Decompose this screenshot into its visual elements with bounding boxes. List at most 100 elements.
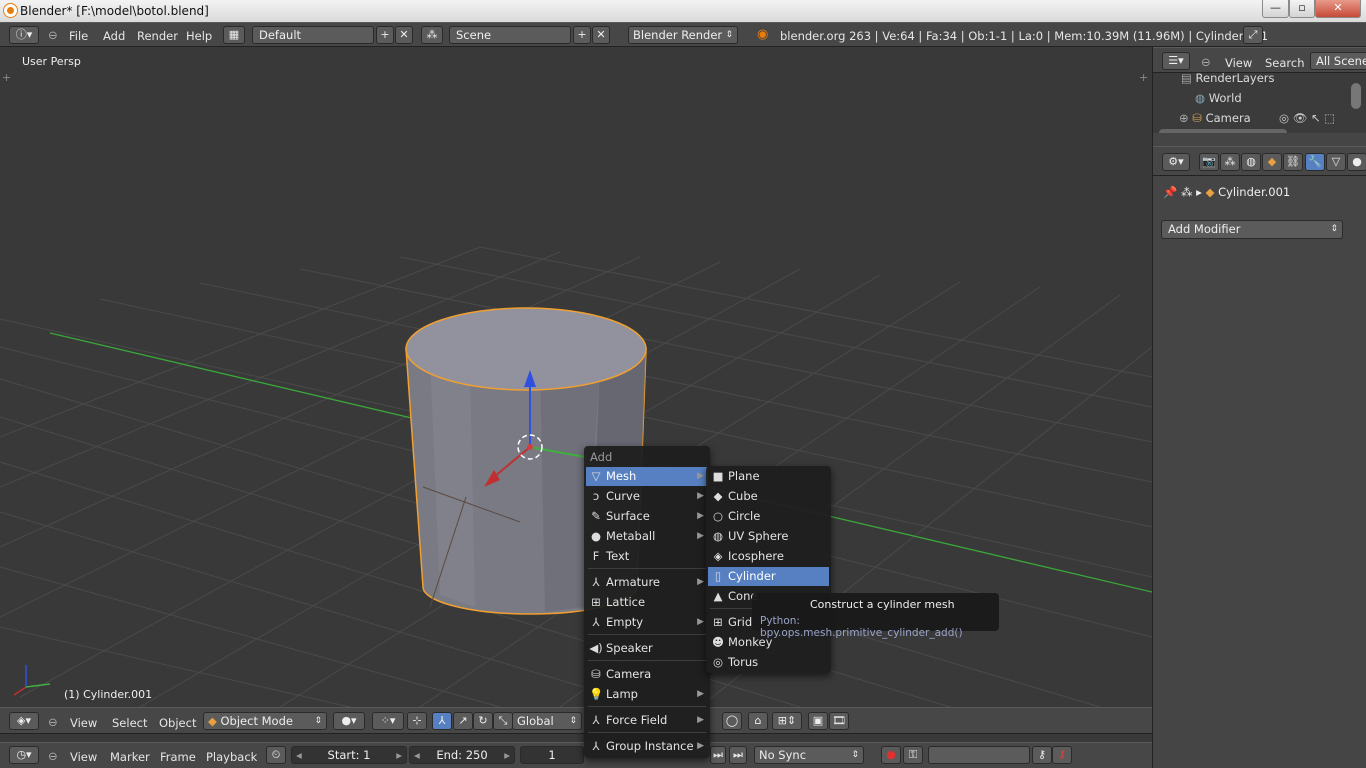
menu-marker[interactable]: Marker: [110, 750, 150, 764]
editor-type-timeline-button[interactable]: ◷▾: [9, 746, 39, 764]
snap-icon[interactable]: ⌂: [748, 712, 768, 730]
add-menu-item-lattice[interactable]: ⊞ Lattice: [586, 593, 708, 612]
modifiers-tab-icon[interactable]: 🔧: [1305, 153, 1325, 171]
menu-search[interactable]: Search: [1265, 56, 1305, 70]
toolshelf-toggle-icon[interactable]: +: [2, 71, 11, 84]
preview-range-icon[interactable]: ⏲: [266, 746, 286, 764]
translate-manipulator-icon[interactable]: ⅄: [432, 712, 452, 730]
editor-type-info-button[interactable]: ⓘ▾: [9, 26, 39, 44]
fullscreen-icon[interactable]: ⤢: [1243, 26, 1263, 44]
transform-orientation-select[interactable]: Global ⇕: [512, 712, 582, 730]
viewport-shading-button[interactable]: ●▾: [333, 712, 365, 730]
layer-icon[interactable]: ◯: [722, 712, 742, 730]
manipulator-toggle-icon[interactable]: ⊹: [407, 712, 427, 730]
rotate-icon[interactable]: ↻: [473, 712, 493, 730]
sync-mode-select[interactable]: No Sync ⇕: [754, 746, 864, 764]
editor-type-properties-button[interactable]: ⚙▾: [1162, 153, 1190, 171]
add-menu-item-empty[interactable]: ⅄ Empty ▶: [586, 613, 708, 632]
snap-target-button[interactable]: ⊞⇕: [772, 712, 802, 730]
menu-file[interactable]: File: [69, 29, 88, 43]
data-tab-icon[interactable]: ▽: [1326, 153, 1346, 171]
properties-toggle-icon[interactable]: +: [1139, 71, 1148, 84]
start-frame-field[interactable]: ◂ Start: 1 ▸: [291, 746, 407, 764]
add-menu-item-mesh[interactable]: ▽ Mesh ▶: [586, 467, 708, 486]
add-menu-item-surface[interactable]: ✎ Surface ▶: [586, 507, 708, 526]
render-preview-icon[interactable]: ▣: [808, 712, 828, 730]
restrict-icons[interactable]: ◎ 👁 ↖ ⬚: [1279, 111, 1335, 125]
screen-layout-icon[interactable]: ▦: [223, 26, 245, 44]
mesh-menu-item-icosphere[interactable]: ◈ Icosphere: [708, 547, 829, 566]
end-frame-field[interactable]: ◂ End: 250 ▸: [409, 746, 515, 764]
collapse-menu-icon[interactable]: ⊖: [48, 749, 58, 763]
add-menu-item-metaball[interactable]: ● Metaball ▶: [586, 527, 708, 546]
editor-type-outliner-button[interactable]: ☰▾: [1162, 52, 1190, 70]
jump-next-keyframe-icon[interactable]: ⏭: [710, 746, 726, 764]
scene-icon[interactable]: ⁂: [421, 26, 443, 44]
current-frame-field[interactable]: 1: [520, 746, 584, 764]
add-menu-item-lamp[interactable]: 💡 Lamp ▶: [586, 685, 708, 704]
insert-keyframe-icon[interactable]: ⚷: [1032, 746, 1052, 764]
scene-field[interactable]: Scene: [449, 26, 571, 44]
editor-type-3dview-button[interactable]: ◈▾: [9, 712, 39, 730]
delete-scene-icon[interactable]: ✕: [592, 26, 610, 44]
menu-add[interactable]: Add: [103, 29, 125, 43]
mesh-menu-item-cube[interactable]: ◆ Cube: [708, 487, 829, 506]
menu-help[interactable]: Help: [186, 29, 212, 43]
add-menu-item-force-field[interactable]: ⅄ Force Field ▶: [586, 711, 708, 730]
menu-view[interactable]: View: [70, 750, 97, 764]
menu-view[interactable]: View: [1225, 56, 1252, 70]
pivot-point-button[interactable]: ⁘▾: [372, 712, 404, 730]
mesh-menu-item-torus[interactable]: ◎ Torus: [708, 653, 829, 672]
scene-tab-icon[interactable]: ⁂: [1220, 153, 1240, 171]
material-tab-icon[interactable]: ●: [1347, 153, 1366, 171]
collapse-menu-icon[interactable]: ⊖: [48, 715, 58, 729]
world-tab-icon[interactable]: ◍: [1241, 153, 1261, 171]
render-animation-icon[interactable]: 🎞: [829, 712, 849, 730]
keying-icon[interactable]: ⚿: [903, 746, 923, 764]
add-menu-item-curve[interactable]: ↄ Curve ▶: [586, 487, 708, 506]
add-menu-item-camera[interactable]: ⛁ Camera: [586, 665, 708, 684]
jump-end-icon[interactable]: ⏭: [729, 746, 747, 764]
mesh-menu-item-cylinder[interactable]: ▯ Cylinder: [708, 567, 829, 586]
mesh-menu-item-plane[interactable]: ■ Plane: [708, 467, 829, 486]
add-scene-icon[interactable]: +: [573, 26, 591, 44]
outliner-hscrollbar[interactable]: [1159, 129, 1287, 133]
add-menu-item-speaker[interactable]: ◀) Speaker: [586, 639, 708, 658]
render-tab-icon[interactable]: 📷: [1199, 153, 1219, 171]
outliner-vscrollbar[interactable]: [1351, 83, 1361, 109]
outliner-item-world[interactable]: ◍ World: [1195, 91, 1242, 107]
maximize-button[interactable]: ▫: [1289, 0, 1315, 18]
object-tab-icon[interactable]: ◆: [1262, 153, 1282, 171]
mode-select[interactable]: ◆ Object Mode ⇕: [203, 712, 327, 730]
outliner-filter-select[interactable]: All Scenes: [1310, 52, 1366, 70]
pin-icon[interactable]: 📌: [1163, 185, 1181, 199]
keying-set-field[interactable]: [928, 746, 1030, 764]
mesh-menu-item-circle[interactable]: ○ Circle: [708, 507, 829, 526]
collapse-menu-icon[interactable]: ⊖: [1201, 55, 1211, 69]
outliner-item-camera[interactable]: ⊕ ⛁ Camera ◎ 👁 ↖ ⬚: [1179, 111, 1366, 127]
outliner-item-renderlayers[interactable]: ▤ RenderLayers: [1181, 73, 1275, 87]
add-screen-icon[interactable]: +: [376, 26, 394, 44]
minimize-button[interactable]: —: [1262, 0, 1289, 18]
menu-object[interactable]: Object: [159, 716, 196, 730]
add-modifier-select[interactable]: Add Modifier ⇕: [1161, 220, 1343, 239]
menu-playback[interactable]: Playback: [206, 750, 257, 764]
mesh-menu-item-uv-sphere[interactable]: ◍ UV Sphere: [708, 527, 829, 546]
add-menu-item-group-instance[interactable]: ⅄ Group Instance ▶: [586, 737, 708, 756]
translate-icon[interactable]: ↗: [453, 712, 473, 730]
collapse-menu-icon[interactable]: ⊖: [48, 28, 58, 42]
delete-keyframe-icon[interactable]: ⚷: [1052, 746, 1072, 764]
menu-view[interactable]: View: [70, 716, 97, 730]
render-engine-select[interactable]: Blender Render ⇕: [628, 26, 738, 44]
add-menu-item-text[interactable]: F Text: [586, 547, 708, 566]
delete-screen-icon[interactable]: ✕: [395, 26, 413, 44]
record-icon[interactable]: ●: [881, 746, 901, 764]
screen-layout-field[interactable]: Default: [252, 26, 374, 44]
add-menu-item-armature[interactable]: ⅄ Armature ▶: [586, 573, 708, 592]
scale-icon[interactable]: ⤡: [493, 712, 513, 730]
menu-select[interactable]: Select: [112, 716, 147, 730]
menu-frame[interactable]: Frame: [160, 750, 196, 764]
menu-render[interactable]: Render: [137, 29, 178, 43]
close-window-button[interactable]: ✕: [1315, 0, 1361, 18]
constraints-tab-icon[interactable]: ⛓: [1283, 153, 1303, 171]
